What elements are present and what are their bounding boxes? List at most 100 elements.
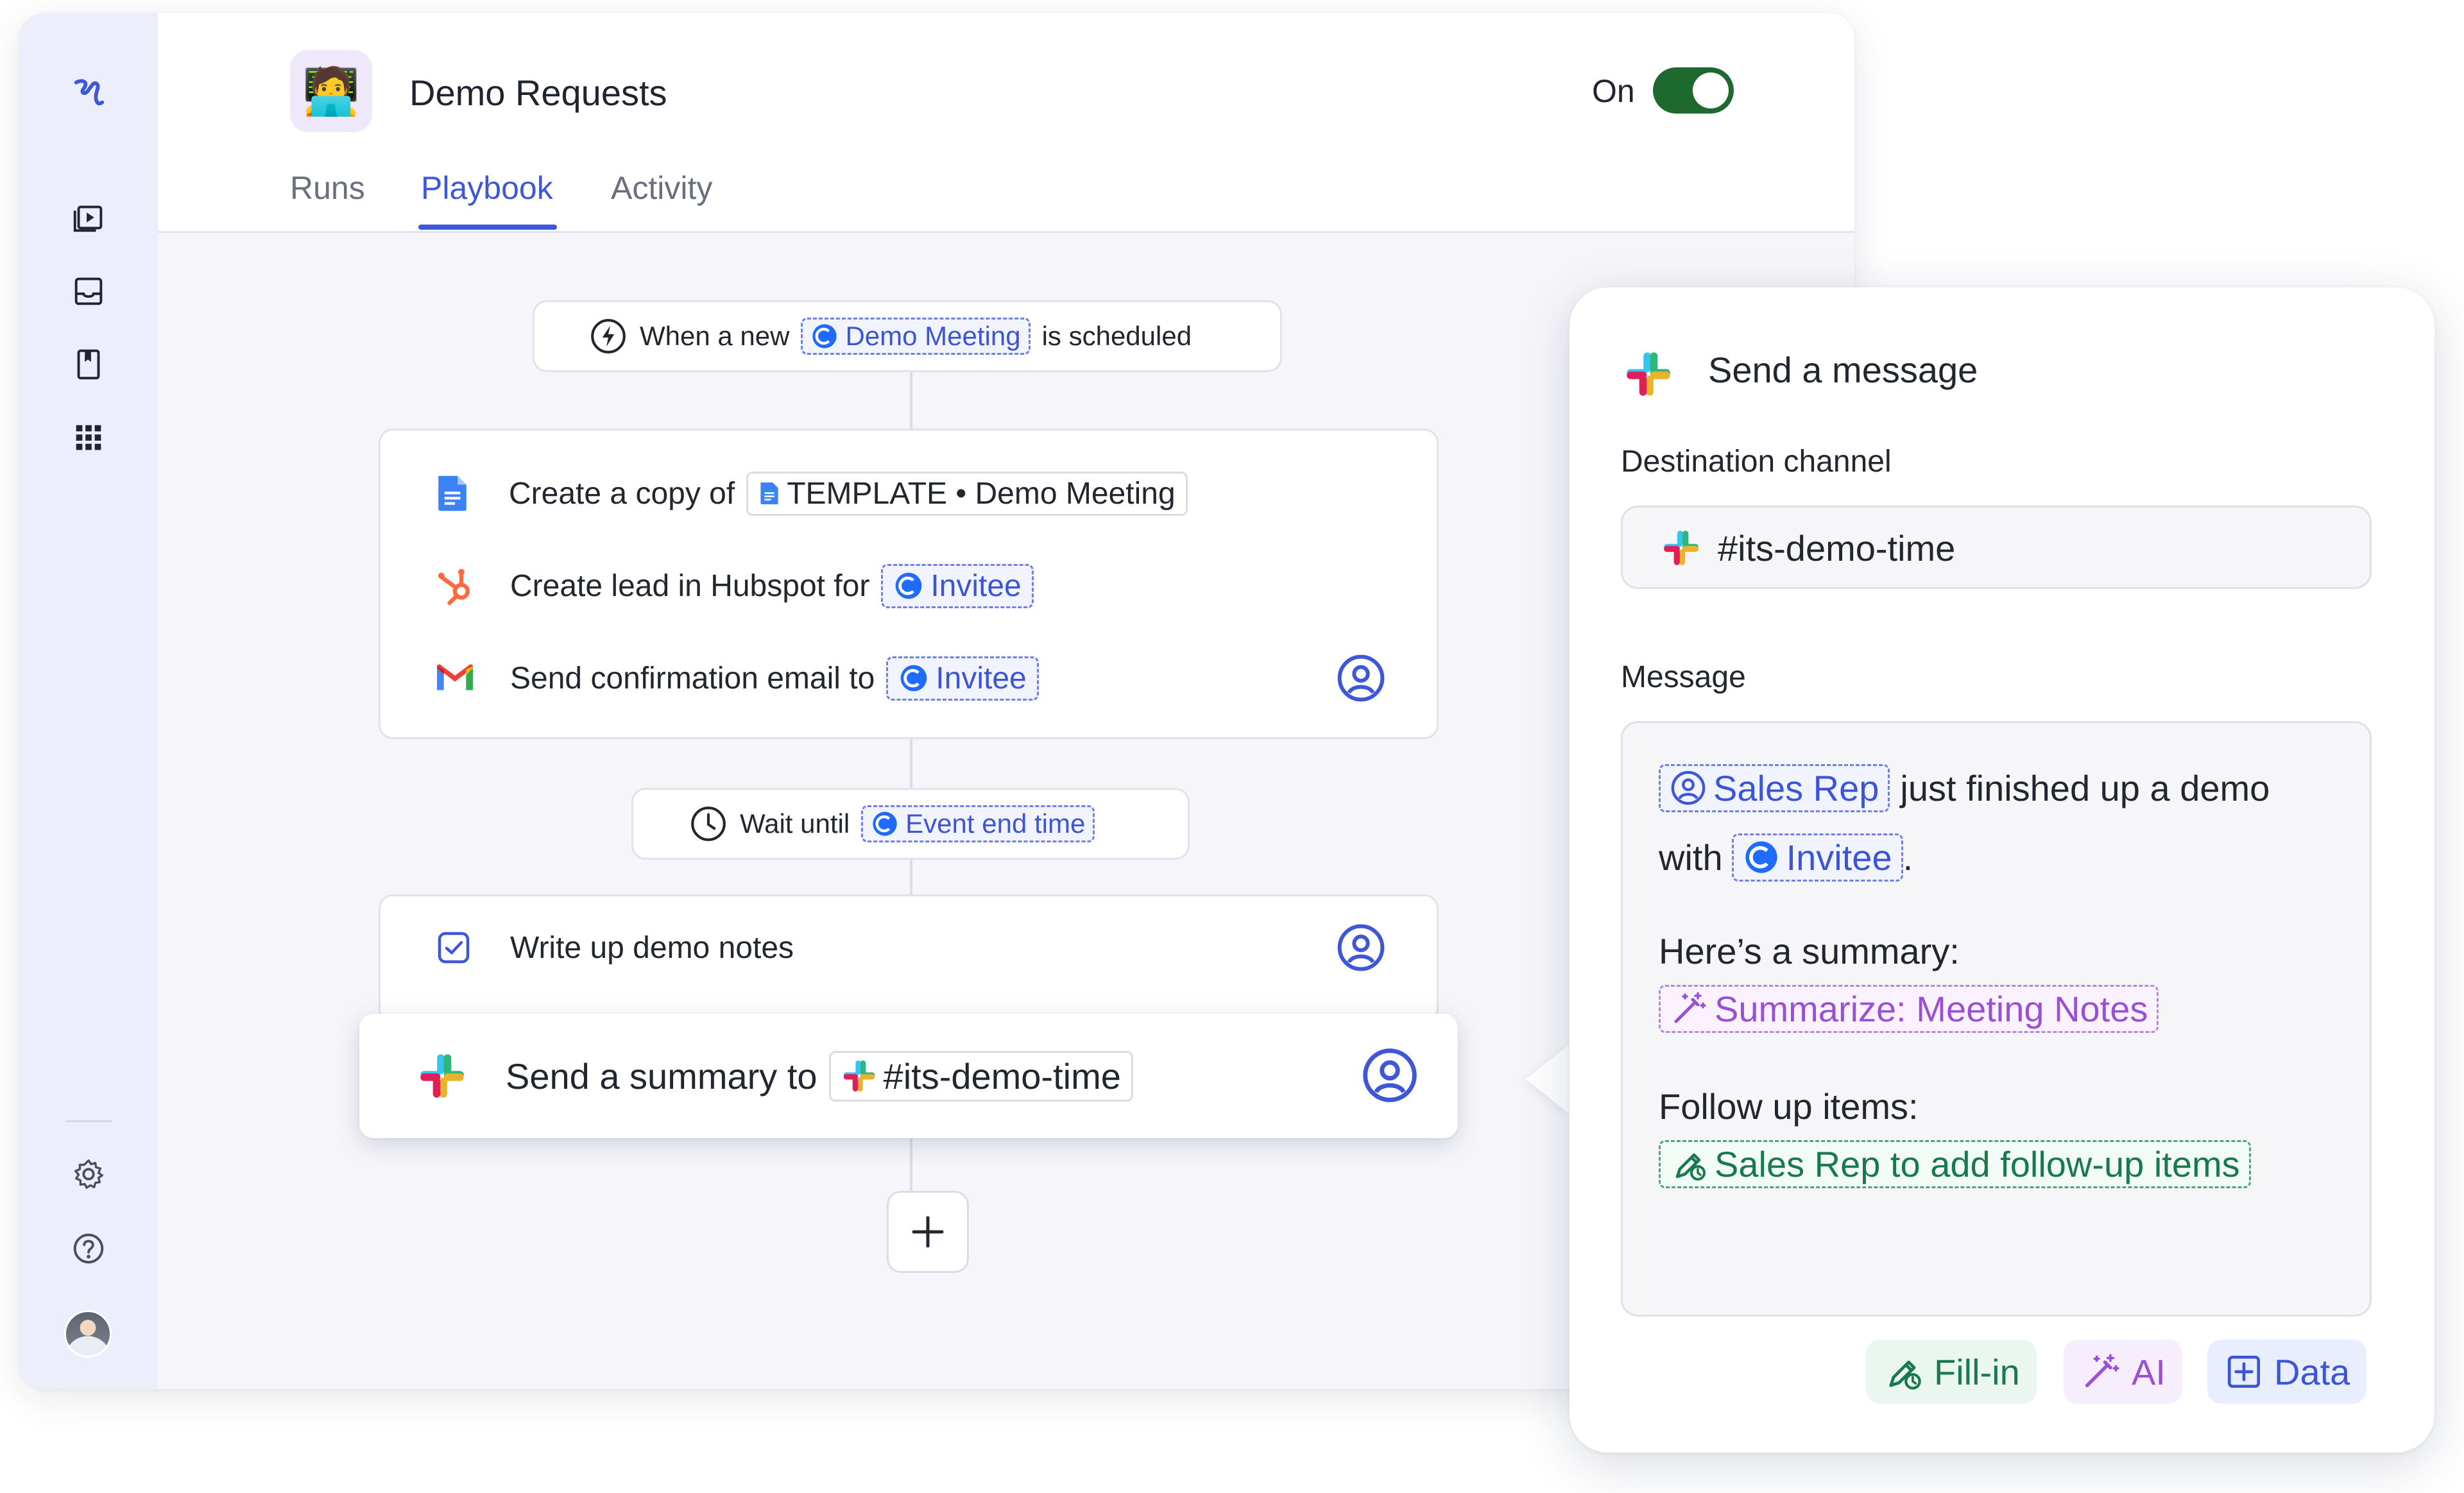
steps-card: Create a copy of TEMPLATE • Demo Meeting… (379, 429, 1439, 739)
magic-wand-icon (2085, 1354, 2119, 1387)
demo-meeting-token[interactable]: Demo Meeting (801, 318, 1031, 355)
step-label: Create a copy of (509, 476, 735, 511)
magic-wand-icon (1674, 992, 1706, 1023)
summary-heading: Here’s a summary: (1659, 930, 1960, 971)
message-text: with (1659, 837, 1723, 878)
token-label: Sales Rep (1713, 767, 1879, 808)
selected-step-row: Send a summary to #its-demo-time (417, 1046, 1133, 1106)
gear-icon[interactable] (64, 1150, 113, 1199)
sales-rep-token[interactable]: Sales Rep (1659, 764, 1890, 812)
slack-icon (1627, 352, 1670, 396)
token-label: Summarize: Meeting Notes (1715, 988, 2148, 1029)
apps-grid-icon[interactable] (64, 413, 113, 462)
fill-in-token[interactable]: Sales Rep to add follow-up items (1659, 1139, 2251, 1188)
hubspot-icon (438, 568, 470, 606)
checkbox-icon (438, 932, 470, 964)
add-step-button[interactable] (887, 1191, 969, 1273)
message-line: Summarize: Meeting Notes (1659, 980, 2159, 1037)
header: 🧑‍💻 Demo Requests On Runs Playbook Activ… (158, 13, 1854, 233)
book-icon[interactable] (64, 340, 113, 389)
fill-in-button[interactable]: Fill-in (1866, 1340, 2037, 1404)
event-end-time-token[interactable]: Event end time (861, 805, 1095, 842)
flow-connector (910, 371, 912, 430)
invitee-token[interactable]: Invitee (886, 656, 1039, 701)
token-label: #its-demo-time (883, 1055, 1121, 1096)
tab-playbook[interactable]: Playbook (421, 169, 553, 207)
calendly-icon (812, 324, 837, 348)
button-label: Fill-in (1934, 1351, 2020, 1392)
trigger-prefix: When a new (640, 321, 790, 351)
destination-value: #its-demo-time (1718, 527, 1956, 568)
panel-pointer (1526, 1043, 1571, 1115)
task-row: Write up demo notes (434, 922, 794, 973)
token-label: TEMPLATE • Demo Meeting (787, 476, 1176, 511)
channel-token[interactable]: #its-demo-time (828, 1050, 1133, 1102)
destination-channel-label: Destination channel (1621, 445, 1892, 479)
message-editor[interactable]: Sales Rep just finished up a demo with I… (1621, 721, 2372, 1317)
step-label: Create lead in Hubspot for (510, 568, 870, 603)
invitee-token[interactable]: Invitee (1731, 833, 1903, 882)
step-row[interactable]: Create a copy of TEMPLATE • Demo Meeting (434, 468, 1188, 519)
plus-icon (912, 1216, 944, 1248)
followup-heading: Follow up items: (1659, 1086, 1919, 1127)
token-label: Event end time (905, 808, 1086, 839)
logo-icon[interactable] (64, 68, 113, 117)
slack-icon (1664, 531, 1698, 565)
enabled-toggle[interactable] (1653, 67, 1734, 114)
token-label: Invitee (930, 568, 1022, 603)
plus-square-icon (2227, 1355, 2261, 1388)
toggle-label: On (1592, 73, 1635, 109)
step-row[interactable]: Create lead in Hubspot for Invitee (434, 560, 1034, 611)
calendly-icon (1745, 841, 1777, 873)
page-title: Demo Requests (409, 73, 667, 113)
user-circle-icon[interactable] (1335, 653, 1387, 704)
slack-icon (843, 1060, 875, 1092)
step-row[interactable]: Send confirmation email to Invitee (434, 653, 1039, 704)
ai-summary-token[interactable]: Summarize: Meeting Notes (1659, 984, 2159, 1033)
wait-card[interactable]: Wait until Event end time (631, 788, 1190, 860)
runs-play-icon[interactable] (64, 194, 113, 243)
tab-runs[interactable]: Runs (290, 169, 365, 207)
button-label: Data (2274, 1351, 2350, 1392)
trigger-card[interactable]: When a new Demo Meeting is scheduled (533, 300, 1282, 372)
sidebar-divider (65, 1120, 112, 1122)
toggle-knob (1693, 73, 1729, 108)
message-line: Sales Rep just finished up a demo (1659, 759, 2270, 817)
google-docs-icon (760, 482, 778, 504)
avatar[interactable] (64, 1310, 112, 1358)
google-docs-icon (438, 475, 466, 511)
panel-title: Send a message (1708, 350, 1978, 390)
token-label: Invitee (1786, 837, 1892, 878)
step-label: Send a summary to (506, 1055, 817, 1096)
calendly-icon (900, 665, 927, 692)
data-button[interactable]: Data (2207, 1340, 2367, 1404)
message-label: Message (1621, 660, 1746, 694)
active-tab-indicator (418, 225, 557, 230)
ai-button[interactable]: AI (2064, 1340, 2182, 1404)
gmail-icon (437, 664, 473, 690)
destination-channel-field[interactable]: #its-demo-time (1621, 506, 2372, 589)
lightning-icon (591, 319, 626, 354)
invitee-token[interactable]: Invitee (881, 563, 1034, 608)
inbox-icon[interactable] (64, 267, 113, 316)
sidebar (19, 13, 158, 1389)
template-doc-token[interactable]: TEMPLATE • Demo Meeting (746, 471, 1188, 516)
destination-value-row: #its-demo-time (1661, 527, 1955, 569)
send-message-panel: Send a message Destination channel #its-… (1570, 287, 2434, 1453)
step-label: Send confirmation email to (510, 661, 875, 695)
token-label: Sales Rep to add follow-up items (1715, 1143, 2240, 1184)
task-label: Write up demo notes (510, 930, 794, 965)
fill-in-pen-icon (1889, 1360, 1921, 1390)
slack-icon (420, 1054, 464, 1098)
help-icon[interactable] (64, 1224, 113, 1273)
message-text: . (1903, 837, 1913, 878)
task-card[interactable]: Write up demo notes (379, 894, 1439, 1023)
message-line: Sales Rep to add follow-up items (1659, 1135, 2251, 1193)
user-circle-icon[interactable] (1360, 1046, 1419, 1105)
tab-activity[interactable]: Activity (611, 169, 712, 207)
selected-step-card[interactable]: Send a summary to #its-demo-time (359, 1014, 1458, 1138)
technologist-emoji: 🧑‍💻 (302, 65, 360, 117)
user-circle-icon[interactable] (1335, 922, 1387, 973)
token-label: Invitee (936, 661, 1027, 695)
wait-row: Wait until Event end time (689, 804, 1095, 844)
